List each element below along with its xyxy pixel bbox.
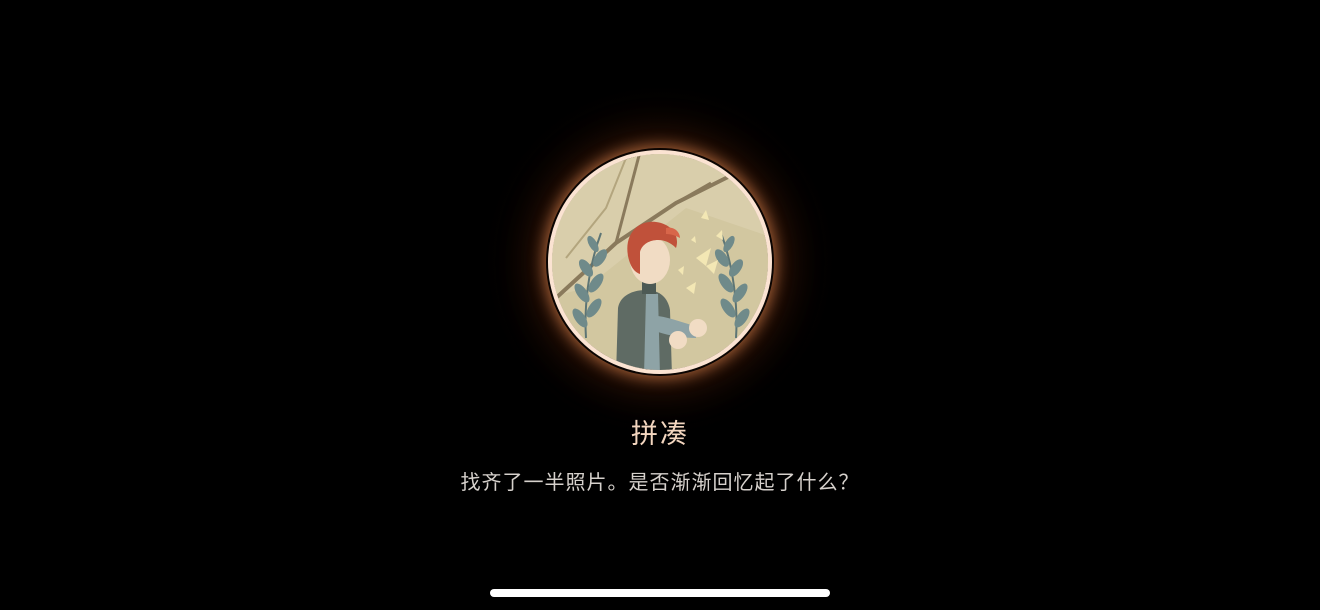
- achievement-badge: [546, 148, 774, 376]
- achievement-title: 拼凑: [631, 419, 689, 450]
- boy-with-butterfly-laurel-icon: [548, 150, 772, 374]
- achievement-description: 找齐了一半照片。是否渐渐回忆起了什么？: [460, 470, 860, 494]
- achievement-screen: 拼凑 找齐了一半照片。是否渐渐回忆起了什么？: [0, 0, 1320, 610]
- home-indicator[interactable]: [490, 589, 830, 597]
